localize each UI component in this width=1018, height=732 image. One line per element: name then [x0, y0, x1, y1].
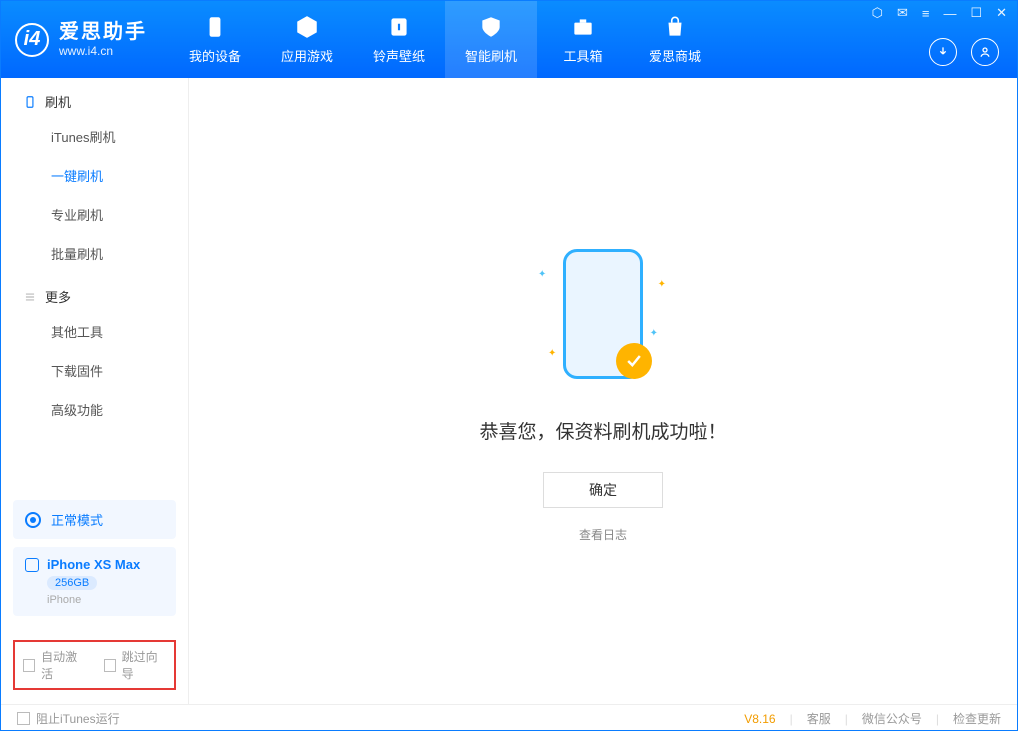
nav-label: 我的设备	[189, 46, 241, 65]
mode-label: 正常模式	[51, 510, 103, 529]
app-site: www.i4.cn	[59, 44, 147, 58]
footer-right: V8.16 | 客服 | 微信公众号 | 检查更新	[744, 710, 1001, 727]
maximize-button[interactable]: ☐	[970, 5, 982, 21]
device-type: iPhone	[47, 594, 164, 606]
close-button[interactable]: ✕	[996, 5, 1007, 21]
footer-link-wechat[interactable]: 微信公众号	[862, 710, 922, 727]
nav-label: 工具箱	[563, 46, 602, 65]
refresh-shield-icon	[478, 14, 504, 40]
app-logo-icon: i4	[15, 23, 49, 57]
titlebar-controls: ⬡ ✉ ≡ — ☐ ✕	[872, 5, 1007, 21]
header-right-buttons	[929, 38, 999, 66]
nav-label: 智能刷机	[465, 46, 517, 65]
main-area: ✦ ✦ ✦ ✦ 恭喜您，保资料刷机成功啦！ 确定 查看日志	[189, 78, 1017, 704]
device-capacity-badge: 256GB	[47, 576, 97, 590]
checkbox-icon	[104, 659, 116, 672]
logo-text-block: 爱思助手 www.i4.cn	[59, 20, 147, 58]
sparkle-icon: ✦	[548, 348, 556, 359]
checkbox-label: 阻止iTunes运行	[36, 710, 120, 727]
nav-tab-toolbox[interactable]: 工具箱	[537, 1, 629, 78]
briefcase-icon	[570, 14, 596, 40]
group-label: 更多	[45, 287, 71, 306]
music-icon	[386, 14, 412, 40]
flash-result-panel: ✦ ✦ ✦ ✦ 恭喜您，保资料刷机成功啦！ 确定 查看日志	[479, 239, 726, 543]
footer: 阻止iTunes运行 V8.16 | 客服 | 微信公众号 | 检查更新	[1, 704, 1017, 732]
checkbox-skip-guide[interactable]: 跳过向导	[104, 648, 167, 682]
sidebar-item-onekey-flash[interactable]: 一键刷机	[1, 156, 188, 195]
body-layout: 刷机 iTunes刷机 一键刷机 专业刷机 批量刷机 更多 其他工具 下载固件 …	[1, 78, 1017, 704]
version-label: V8.16	[744, 712, 775, 726]
tshirt-icon[interactable]: ⬡	[872, 5, 883, 21]
minimize-button[interactable]: —	[943, 6, 956, 21]
menu-icon[interactable]: ≡	[922, 6, 930, 21]
checkbox-label: 自动激活	[41, 648, 85, 682]
mode-icon	[25, 512, 41, 528]
activation-options: 自动激活 跳过向导	[13, 640, 176, 690]
success-illustration: ✦ ✦ ✦ ✦	[518, 239, 688, 389]
checkbox-block-itunes[interactable]: 阻止iTunes运行	[17, 710, 120, 727]
sidebar-group-flash: 刷机	[1, 78, 188, 117]
nav-tab-my-device[interactable]: 我的设备	[169, 1, 261, 78]
list-icon	[23, 290, 37, 304]
sidebar: 刷机 iTunes刷机 一键刷机 专业刷机 批量刷机 更多 其他工具 下载固件 …	[1, 78, 189, 704]
logo-area: i4 爱思助手 www.i4.cn	[1, 1, 161, 78]
sidebar-group-more: 更多	[1, 273, 188, 312]
sidebar-item-pro-flash[interactable]: 专业刷机	[1, 195, 188, 234]
confirm-button[interactable]: 确定	[543, 472, 663, 508]
footer-link-support[interactable]: 客服	[807, 710, 831, 727]
app-name: 爱思助手	[59, 20, 147, 44]
sidebar-item-other-tools[interactable]: 其他工具	[1, 312, 188, 351]
nav-label: 铃声壁纸	[373, 46, 425, 65]
nav-tab-ringtone[interactable]: 铃声壁纸	[353, 1, 445, 78]
success-title: 恭喜您，保资料刷机成功啦！	[479, 417, 726, 444]
download-button[interactable]	[929, 38, 957, 66]
sidebar-item-itunes-flash[interactable]: iTunes刷机	[1, 117, 188, 156]
device-header: iPhone XS Max	[25, 557, 164, 572]
checkbox-auto-activate[interactable]: 自动激活	[23, 648, 86, 682]
sparkle-icon: ✦	[538, 269, 546, 280]
phone-icon	[202, 14, 228, 40]
group-label: 刷机	[45, 92, 71, 111]
nav-tab-store[interactable]: 爱思商城	[629, 1, 721, 78]
checkbox-label: 跳过向导	[122, 648, 166, 682]
nav-tabs: 我的设备 应用游戏 铃声壁纸 智能刷机 工具箱 爱思商城	[169, 1, 721, 78]
nav-label: 爱思商城	[649, 46, 701, 65]
nav-tab-flash[interactable]: 智能刷机	[445, 1, 537, 78]
checkbox-icon	[17, 712, 30, 725]
device-mode-card[interactable]: 正常模式	[13, 500, 176, 539]
cube-icon	[294, 14, 320, 40]
sidebar-item-advanced[interactable]: 高级功能	[1, 390, 188, 429]
sidebar-item-download-firmware[interactable]: 下载固件	[1, 351, 188, 390]
bag-icon	[662, 14, 688, 40]
sparkle-icon: ✦	[658, 279, 666, 290]
checkbox-icon	[23, 659, 35, 672]
view-log-link[interactable]: 查看日志	[579, 526, 627, 543]
account-button[interactable]	[971, 38, 999, 66]
feedback-icon[interactable]: ✉	[897, 5, 908, 21]
device-card[interactable]: iPhone XS Max 256GB iPhone	[13, 547, 176, 616]
nav-label: 应用游戏	[281, 46, 333, 65]
device-icon	[23, 95, 37, 109]
app-header: i4 爱思助手 www.i4.cn 我的设备 应用游戏 铃声壁纸 智能刷机 工具…	[1, 1, 1017, 78]
phone-small-icon	[25, 558, 39, 572]
footer-link-update[interactable]: 检查更新	[953, 710, 1001, 727]
device-name: iPhone XS Max	[47, 557, 140, 572]
sparkle-icon: ✦	[650, 328, 658, 339]
check-badge-icon	[616, 343, 652, 379]
sidebar-item-batch-flash[interactable]: 批量刷机	[1, 234, 188, 273]
nav-tab-apps[interactable]: 应用游戏	[261, 1, 353, 78]
